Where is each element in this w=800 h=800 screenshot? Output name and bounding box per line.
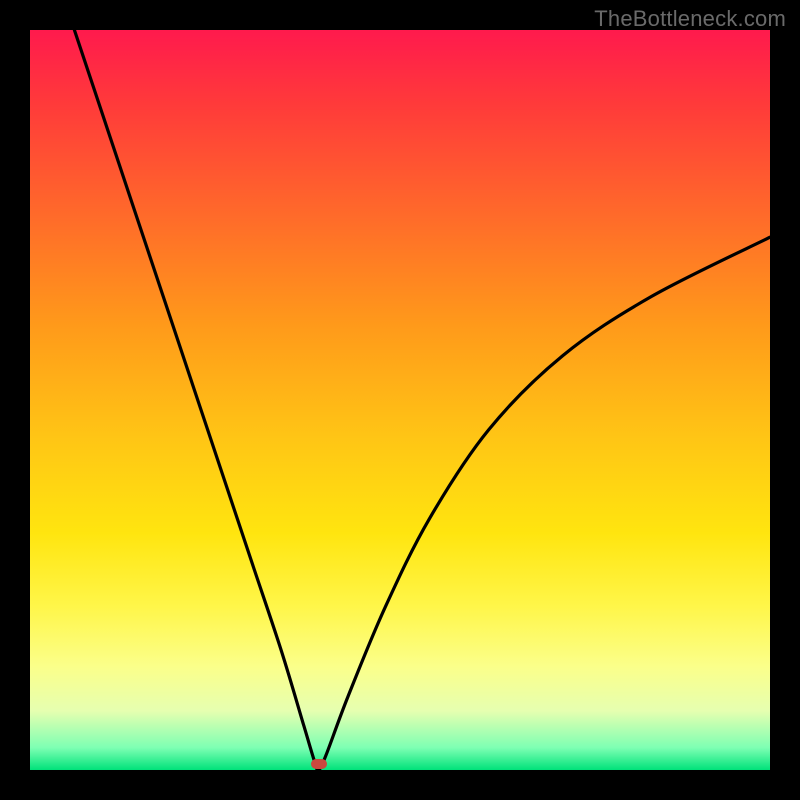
bottleneck-curve: [30, 30, 770, 770]
plot-area: [30, 30, 770, 770]
optimal-marker-icon: [311, 759, 327, 769]
chart-frame: TheBottleneck.com: [0, 0, 800, 800]
credit-label: TheBottleneck.com: [594, 6, 786, 32]
